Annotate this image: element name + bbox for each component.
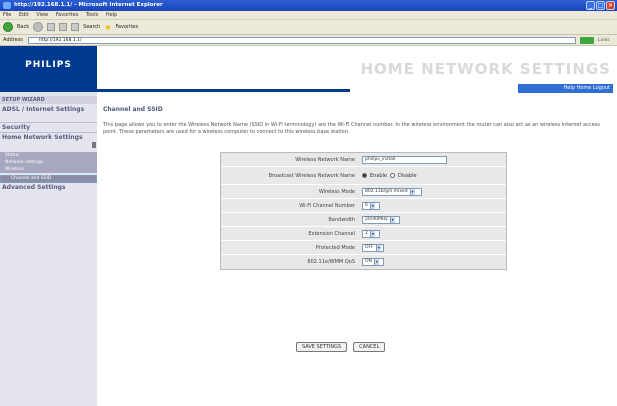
- links-label[interactable]: Links: [598, 35, 610, 46]
- search-label[interactable]: Search: [83, 24, 100, 30]
- extension-label: Extension Channel: [308, 230, 355, 237]
- sidebar-item-advanced[interactable]: Advanced Settings: [0, 184, 97, 191]
- back-label[interactable]: Back: [17, 24, 29, 30]
- chevron-down-icon: ▾: [389, 216, 395, 223]
- minimize-button[interactable]: _: [586, 1, 595, 10]
- banner-title: HOME NETWORK SETTINGS: [360, 60, 611, 78]
- sidebar-item-security[interactable]: Security: [0, 124, 97, 131]
- save-settings-button[interactable]: SAVE SETTINGS: [296, 342, 348, 352]
- address-bar: Address http://192.168.1.1/ Links: [0, 35, 617, 46]
- philips-logo: PHILIPS: [25, 60, 72, 70]
- menu-favorites[interactable]: Favorites: [56, 12, 79, 18]
- form-row-wmm: 802.11e/WMM QoS ON ▾: [221, 255, 506, 269]
- menu-tools[interactable]: Tools: [86, 12, 98, 18]
- chevron-down-icon: ▾: [409, 188, 415, 195]
- go-button[interactable]: [580, 37, 594, 44]
- sidebar: SETUP WIZARD ADSL / Internet Settings Se…: [0, 92, 97, 406]
- protected-label: Protected Mode: [315, 244, 355, 251]
- header-divider: [97, 89, 350, 92]
- channel-value: 6: [365, 202, 368, 208]
- ie-icon: [3, 2, 11, 9]
- sidebar-sub-status[interactable]: Status: [0, 152, 97, 159]
- address-label: Address: [3, 37, 23, 43]
- form-row-protected: Protected Mode OFF ▾: [221, 241, 506, 255]
- extension-value: 2: [365, 230, 368, 236]
- window-title: http://192.168.1.1/ - Microsoft Internet…: [14, 2, 163, 8]
- chevron-down-icon: ▾: [375, 244, 381, 251]
- router-page: PHILIPS HOME NETWORK SETTINGS Help Home …: [0, 46, 617, 406]
- broadcast-enable-label: Enable: [370, 172, 388, 179]
- bandwidth-value: 20/40MHz: [365, 216, 388, 222]
- sidebar-divider: [0, 122, 97, 123]
- extension-select[interactable]: 2 ▾: [362, 229, 380, 238]
- scroll-indicator: [92, 142, 96, 148]
- window-titlebar: http://192.168.1.1/ - Microsoft Internet…: [0, 0, 617, 11]
- page-description: This page allows you to enter the Wirele…: [103, 122, 600, 135]
- help-bar[interactable]: Help Home Logout: [518, 84, 613, 93]
- chevron-down-icon: ▾: [373, 259, 379, 265]
- bandwidth-select[interactable]: 20/40MHz ▾: [362, 215, 400, 224]
- wmm-label: 802.11e/WMM QoS: [307, 259, 355, 265]
- forward-icon[interactable]: [33, 22, 44, 32]
- protected-select[interactable]: OFF ▾: [362, 243, 384, 252]
- protected-value: OFF: [365, 244, 374, 250]
- cancel-button[interactable]: CANCEL: [353, 342, 386, 352]
- sidebar-sub-channel[interactable]: Channel and SSID: [0, 175, 97, 183]
- close-button[interactable]: ✕: [606, 1, 615, 10]
- browser-toolbar: Back Search ★ Favorites: [0, 20, 617, 35]
- broadcast-label: Broadcast Wireless Network Name: [268, 172, 355, 179]
- sidebar-sub-network[interactable]: Network settings: [0, 159, 97, 166]
- sidebar-sub-wireless[interactable]: Wireless: [0, 166, 97, 173]
- sidebar-divider: [0, 132, 97, 133]
- broadcast-disable-label: Disable: [398, 172, 417, 179]
- broadcast-enable-radio[interactable]: [362, 173, 367, 178]
- mode-select[interactable]: 802.11b/g/n mixed ▾: [362, 187, 422, 196]
- refresh-icon[interactable]: [59, 23, 68, 31]
- home-icon[interactable]: [71, 23, 80, 31]
- form-row-bandwidth: Bandwidth 20/40MHz ▾: [221, 213, 506, 227]
- maximize-button[interactable]: □: [596, 1, 605, 10]
- wmm-value: ON: [365, 259, 372, 264]
- chevron-down-icon: ▾: [369, 230, 375, 237]
- ssid-label: Wireless Network Name: [295, 156, 355, 163]
- wireless-form: Wireless Network Name philips_install Br…: [220, 152, 507, 270]
- form-row-extension: Extension Channel 2 ▾: [221, 227, 506, 241]
- wmm-select[interactable]: ON ▾: [362, 258, 384, 266]
- logo-panel: PHILIPS: [0, 46, 97, 92]
- menu-help[interactable]: Help: [106, 12, 117, 18]
- sidebar-item-adsl[interactable]: ADSL / Internet Settings: [0, 106, 97, 113]
- header-banner: HOME NETWORK SETTINGS: [97, 46, 617, 84]
- page-title: Channel and SSID: [103, 106, 163, 113]
- stop-icon[interactable]: [47, 23, 56, 31]
- back-icon[interactable]: [3, 22, 13, 32]
- menu-file[interactable]: File: [3, 12, 11, 18]
- mode-value: 802.11b/g/n mixed: [365, 188, 408, 194]
- bandwidth-label: Bandwidth: [328, 216, 355, 223]
- address-input[interactable]: http://192.168.1.1/: [28, 37, 576, 44]
- chevron-down-icon: ▾: [369, 202, 375, 209]
- form-actions: SAVE SETTINGS CANCEL: [296, 342, 386, 352]
- favorites-icon[interactable]: ★: [104, 23, 111, 32]
- form-row-channel: Wi-Fi Channel Number 6 ▾: [221, 199, 506, 213]
- favorites-label[interactable]: Favorites: [116, 24, 139, 30]
- mode-label: Wireless Mode: [318, 188, 355, 195]
- sidebar-setup-wizard[interactable]: SETUP WIZARD: [0, 96, 97, 104]
- form-row-ssid: Wireless Network Name philips_install: [221, 153, 506, 167]
- channel-select[interactable]: 6 ▾: [362, 201, 380, 210]
- broadcast-disable-radio[interactable]: [390, 173, 396, 178]
- sidebar-item-home-network[interactable]: Home Network Settings: [0, 134, 97, 141]
- menu-view[interactable]: View: [36, 12, 48, 18]
- form-row-mode: Wireless Mode 802.11b/g/n mixed ▾: [221, 185, 506, 199]
- menu-edit[interactable]: Edit: [19, 12, 29, 18]
- channel-label: Wi-Fi Channel Number: [299, 202, 355, 209]
- ssid-input[interactable]: philips_install: [362, 155, 447, 164]
- form-row-broadcast: Broadcast Wireless Network Name Enable D…: [221, 167, 506, 185]
- window-controls: _ □ ✕: [586, 1, 615, 10]
- menu-bar: File Edit View Favorites Tools Help: [0, 11, 617, 20]
